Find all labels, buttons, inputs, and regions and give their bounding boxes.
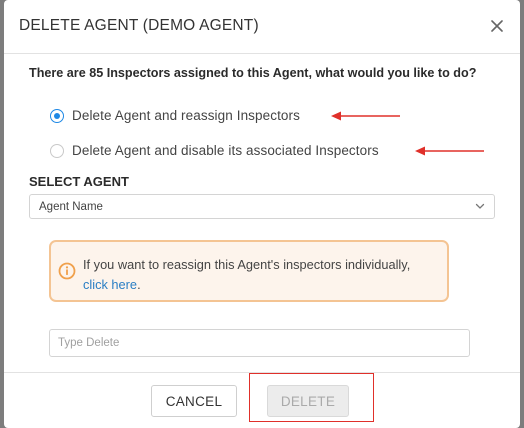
agent-select[interactable]: Agent Name [29,194,495,219]
reassign-question: There are 85 Inspectors assigned to this… [29,66,477,80]
reassign-info-box: If you want to reassign this Agent's ins… [49,240,449,302]
option-reassign-label: Delete Agent and reassign Inspectors [72,108,300,123]
delete-agent-dialog: DELETE AGENT (DEMO AGENT) There are 85 I… [4,0,520,428]
dialog-title: DELETE AGENT (DEMO AGENT) [19,17,259,34]
cancel-button[interactable]: CANCEL [151,385,237,417]
annotation-highlight-box [249,373,374,422]
close-icon [491,20,503,32]
radio-reassign[interactable] [50,108,64,123]
option-reassign[interactable]: Delete Agent and reassign Inspectors [50,108,300,123]
annotation-arrow-icon [415,146,484,156]
agent-select-value: Agent Name [39,201,103,213]
option-disable-label: Delete Agent and disable its associated … [72,143,379,158]
type-delete-input[interactable] [49,329,470,357]
dialog-footer: CANCEL DELETE [4,372,520,428]
select-agent-title: SELECT AGENT [29,174,129,189]
info-message: If you want to reassign this Agent's ins… [83,257,411,272]
info-text: If you want to reassign this Agent's ins… [83,255,443,295]
close-button[interactable] [484,13,510,39]
dialog-header: DELETE AGENT (DEMO AGENT) [4,0,520,54]
annotation-arrow-icon [331,111,400,121]
click-here-link[interactable]: click here [83,277,137,292]
info-suffix: . [137,277,141,292]
radio-disable[interactable] [50,143,64,158]
option-disable[interactable]: Delete Agent and disable its associated … [50,143,379,158]
info-icon [58,262,76,280]
chevron-down-icon [475,203,485,209]
